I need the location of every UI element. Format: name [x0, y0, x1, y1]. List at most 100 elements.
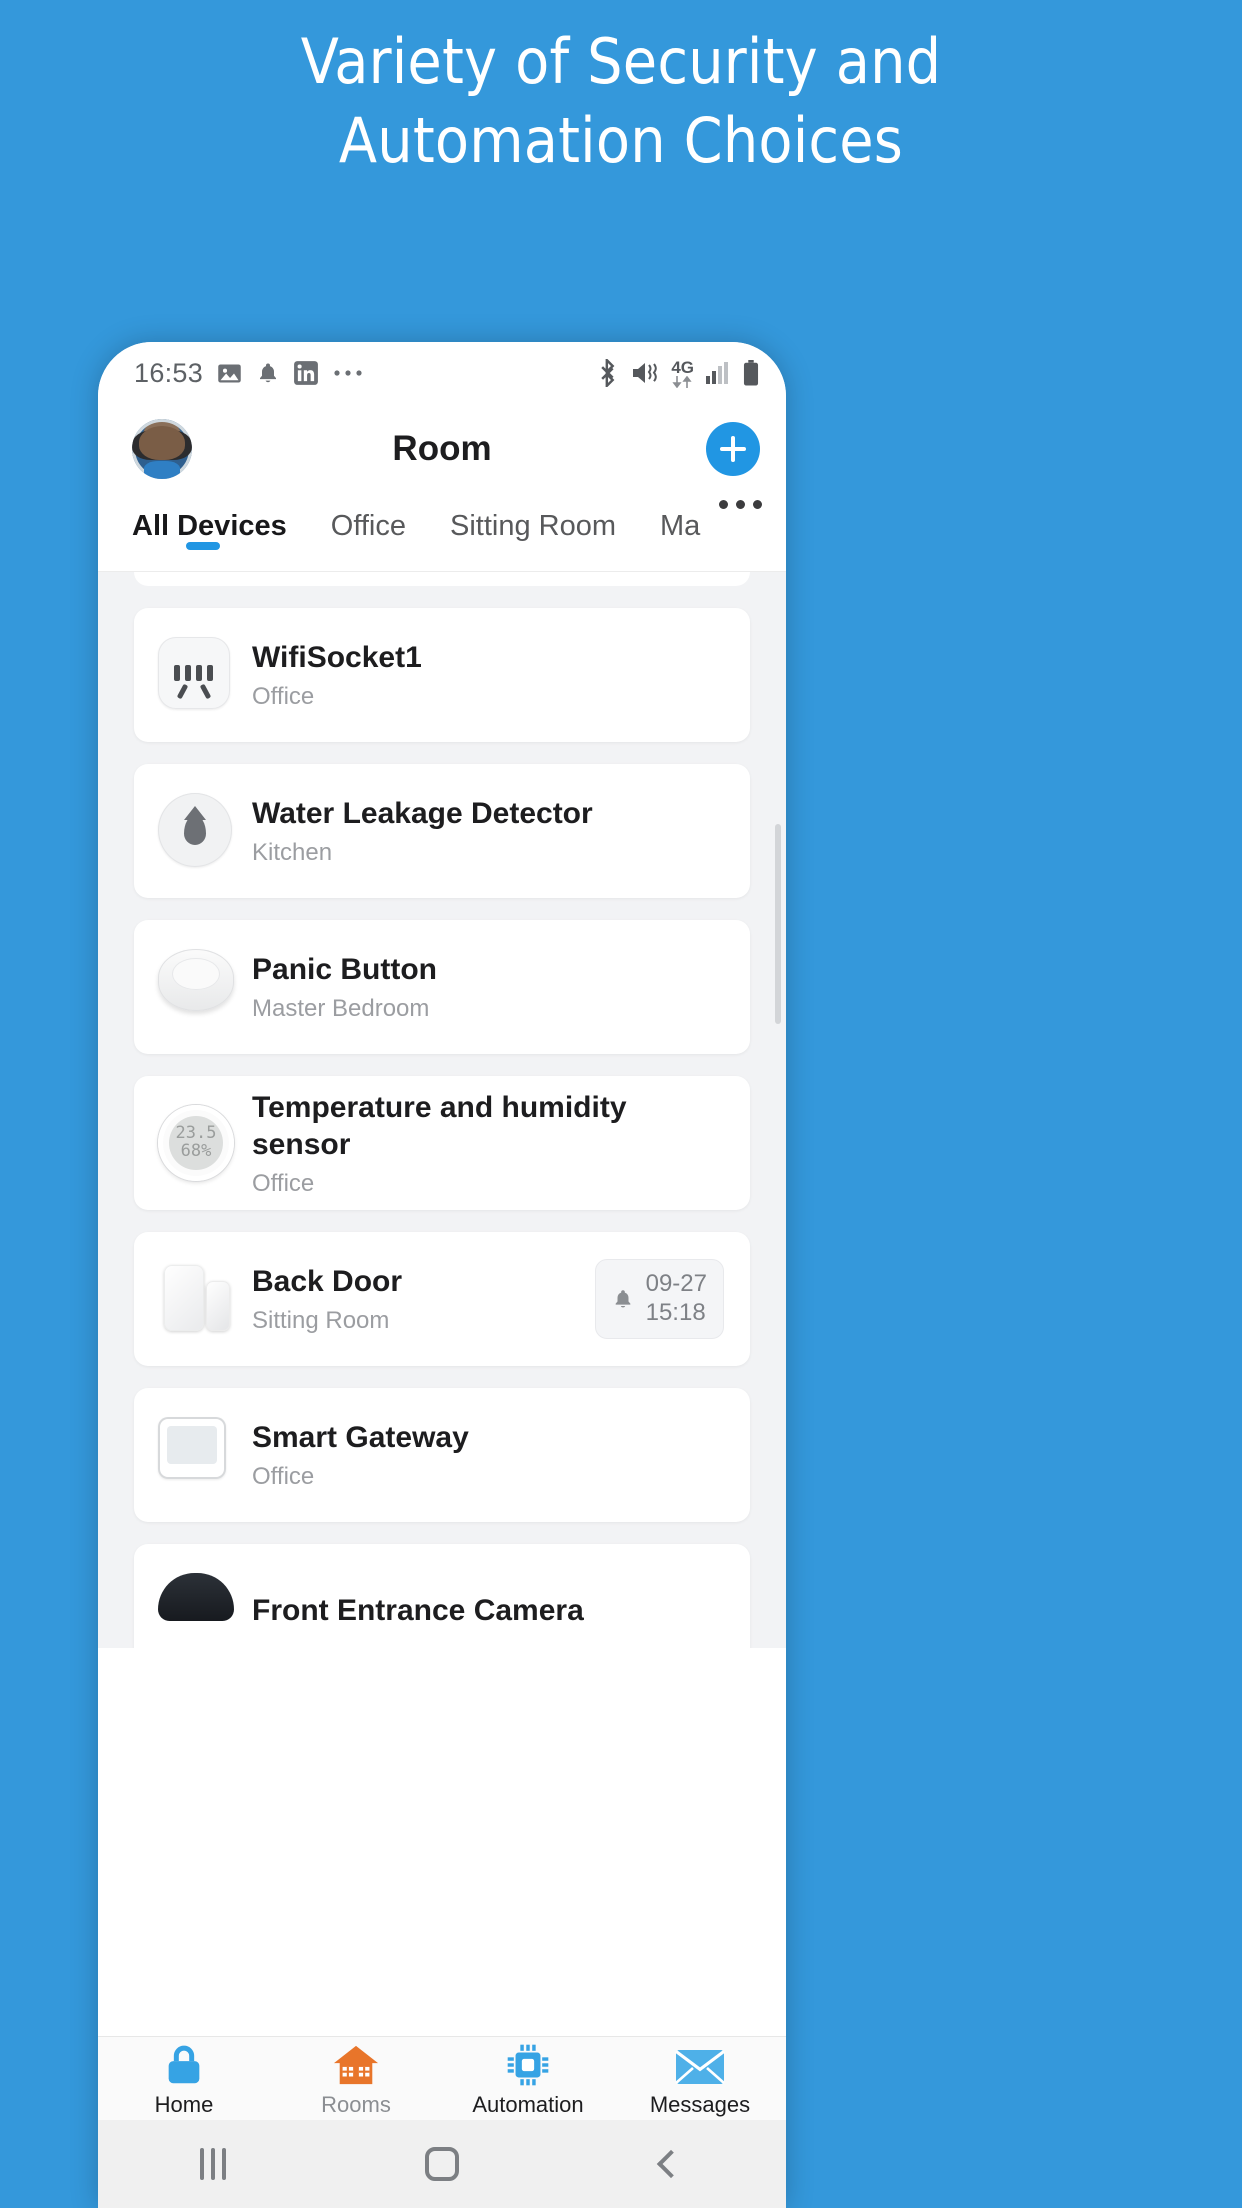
- badge-timestamp: 09-27 15:18: [646, 1270, 707, 1328]
- add-device-button[interactable]: [706, 422, 760, 476]
- device-room: Office: [252, 682, 315, 710]
- panic-button-icon: [158, 949, 234, 1025]
- phone-mockup: 16:53 4G Room All Devices Office Sitting…: [98, 342, 786, 2208]
- image-icon: [218, 364, 241, 382]
- device-text: Panic Button Master Bedroom: [252, 951, 724, 1023]
- tab-master-bedroom[interactable]: Mas: [638, 500, 701, 548]
- bottom-navigation: Home Rooms Automation Messages: [98, 2036, 786, 2120]
- tab-office-label: Office: [330, 510, 406, 542]
- device-card-front-entrance-camera[interactable]: Front Entrance Camera: [134, 1544, 750, 1648]
- device-text: Temperature and humidity sensor Office: [252, 1089, 724, 1198]
- promo-line-1: Variety of Security and: [300, 25, 942, 98]
- more-icon: [334, 370, 362, 376]
- bell-icon: [615, 1290, 630, 1308]
- back-button[interactable]: [557, 2149, 786, 2179]
- wifi-socket-icon: [158, 637, 234, 713]
- device-list[interactable]: WifiSocket1 Office Water Leakage Detecto…: [98, 572, 786, 1648]
- tab-sitting-room-label: Sitting Room: [449, 510, 616, 542]
- nav-label-home: Home: [154, 2091, 214, 2117]
- overflow-dot-3: [753, 500, 762, 509]
- overflow-dot-1: [719, 500, 728, 509]
- device-card-back-door[interactable]: Back Door Sitting Room 09-27 15:18: [134, 1232, 750, 1366]
- status-bar-right: 4G: [597, 359, 760, 388]
- nav-item-messages[interactable]: Messages: [614, 2040, 786, 2118]
- device-name: Temperature and humidity sensor: [252, 1090, 627, 1162]
- tab-all-devices-label: All Devices: [132, 510, 287, 542]
- device-name: Back Door: [252, 1265, 403, 1299]
- bluetooth-icon: [601, 359, 615, 387]
- chip-icon: [505, 2040, 551, 2088]
- device-room: Sitting Room: [252, 1306, 390, 1334]
- screenshot-root: Variety of Security and Automation Choic…: [0, 0, 1242, 2208]
- badge-date: 09-27: [645, 1270, 707, 1298]
- home-circle-icon: [424, 2147, 459, 2181]
- recents-button[interactable]: [98, 2148, 327, 2180]
- battery-icon: [743, 360, 759, 386]
- device-card-smart-gateway[interactable]: Smart Gateway Office: [134, 1388, 750, 1522]
- tab-all-devices[interactable]: All Devices: [98, 500, 309, 550]
- device-text: Front Entrance Camera: [252, 1592, 724, 1630]
- lcd-humidity: 68%: [180, 1141, 212, 1161]
- android-navigation-bar: [98, 2120, 786, 2208]
- nav-label-messages: Messages: [649, 2091, 751, 2117]
- previous-card-peek: [134, 572, 750, 586]
- device-card-panic-button[interactable]: Panic Button Master Bedroom: [134, 920, 750, 1054]
- nav-item-automation[interactable]: Automation: [442, 2040, 614, 2118]
- device-name: Water Leakage Detector: [252, 797, 593, 831]
- recents-icon: [199, 2148, 226, 2180]
- linkedin-icon: [294, 361, 318, 385]
- device-room: Master Bedroom: [252, 994, 430, 1022]
- tab-active-indicator: [186, 542, 221, 550]
- badge-time: 15:18: [645, 1299, 706, 1326]
- lock-icon: [161, 2040, 207, 2088]
- device-text: Smart Gateway Office: [252, 1419, 724, 1491]
- room-tabs: All Devices Office Sitting Room Mas: [98, 494, 786, 572]
- device-card-wifisocket1[interactable]: WifiSocket1 Office: [134, 608, 750, 742]
- device-name: Smart Gateway: [252, 1421, 469, 1455]
- status-bar-left: 16:53: [134, 358, 364, 389]
- signal-icon: [706, 362, 728, 384]
- status-bar: 16:53 4G: [98, 342, 786, 404]
- promo-headline: Variety of Security and Automation Choic…: [0, 22, 1242, 181]
- vibrate-icon: [633, 363, 658, 383]
- overflow-dot-2: [736, 500, 745, 509]
- tabs-overflow-button[interactable]: [707, 500, 786, 509]
- status-badge[interactable]: 09-27 15:18: [594, 1259, 724, 1339]
- nav-item-rooms[interactable]: Rooms: [270, 2040, 442, 2118]
- door-contact-icon: [158, 1261, 234, 1337]
- device-room: Office: [252, 1169, 315, 1197]
- device-name: Front Entrance Camera: [252, 1594, 584, 1628]
- device-text: WifiSocket1 Office: [252, 639, 724, 711]
- house-icon: [331, 2040, 381, 2088]
- promo-line-2: Automation Choices: [338, 104, 904, 178]
- device-card-temperature-humidity-sensor[interactable]: 23.5 68% Temperature and humidity sensor…: [134, 1076, 750, 1210]
- app-header: Room: [98, 404, 786, 494]
- thermometer-icon: 23.5 68%: [158, 1105, 234, 1181]
- device-text: Water Leakage Detector Kitchen: [252, 795, 724, 867]
- camera-icon: [158, 1573, 234, 1648]
- nav-label-rooms: Rooms: [321, 2091, 391, 2117]
- status-time: 16:53: [134, 357, 204, 388]
- data-arrows-icon: [672, 375, 692, 388]
- device-text: Back Door Sitting Room: [252, 1263, 595, 1335]
- avatar[interactable]: [132, 419, 192, 479]
- back-arrow-icon: [657, 2149, 686, 2179]
- network-type: 4G: [671, 359, 694, 388]
- page-title: Room: [392, 429, 492, 468]
- gateway-icon: [158, 1417, 234, 1493]
- tab-office[interactable]: Office: [309, 500, 428, 548]
- nav-item-home[interactable]: Home: [98, 2040, 270, 2118]
- list-scrollbar[interactable]: [775, 824, 781, 1024]
- water-drop-icon: [158, 793, 234, 869]
- device-name: Panic Button: [252, 953, 437, 987]
- device-room: Office: [252, 1462, 315, 1490]
- device-room: Kitchen: [252, 838, 333, 866]
- home-button[interactable]: [327, 2147, 556, 2181]
- tab-sitting-room[interactable]: Sitting Room: [428, 500, 638, 548]
- envelope-icon: [674, 2040, 726, 2088]
- bell-icon: [260, 363, 277, 383]
- nav-label-automation: Automation: [472, 2091, 584, 2117]
- device-name: WifiSocket1: [252, 641, 422, 675]
- device-card-water-leakage-detector[interactable]: Water Leakage Detector Kitchen: [134, 764, 750, 898]
- tab-master-bedroom-label: Mas: [660, 510, 701, 542]
